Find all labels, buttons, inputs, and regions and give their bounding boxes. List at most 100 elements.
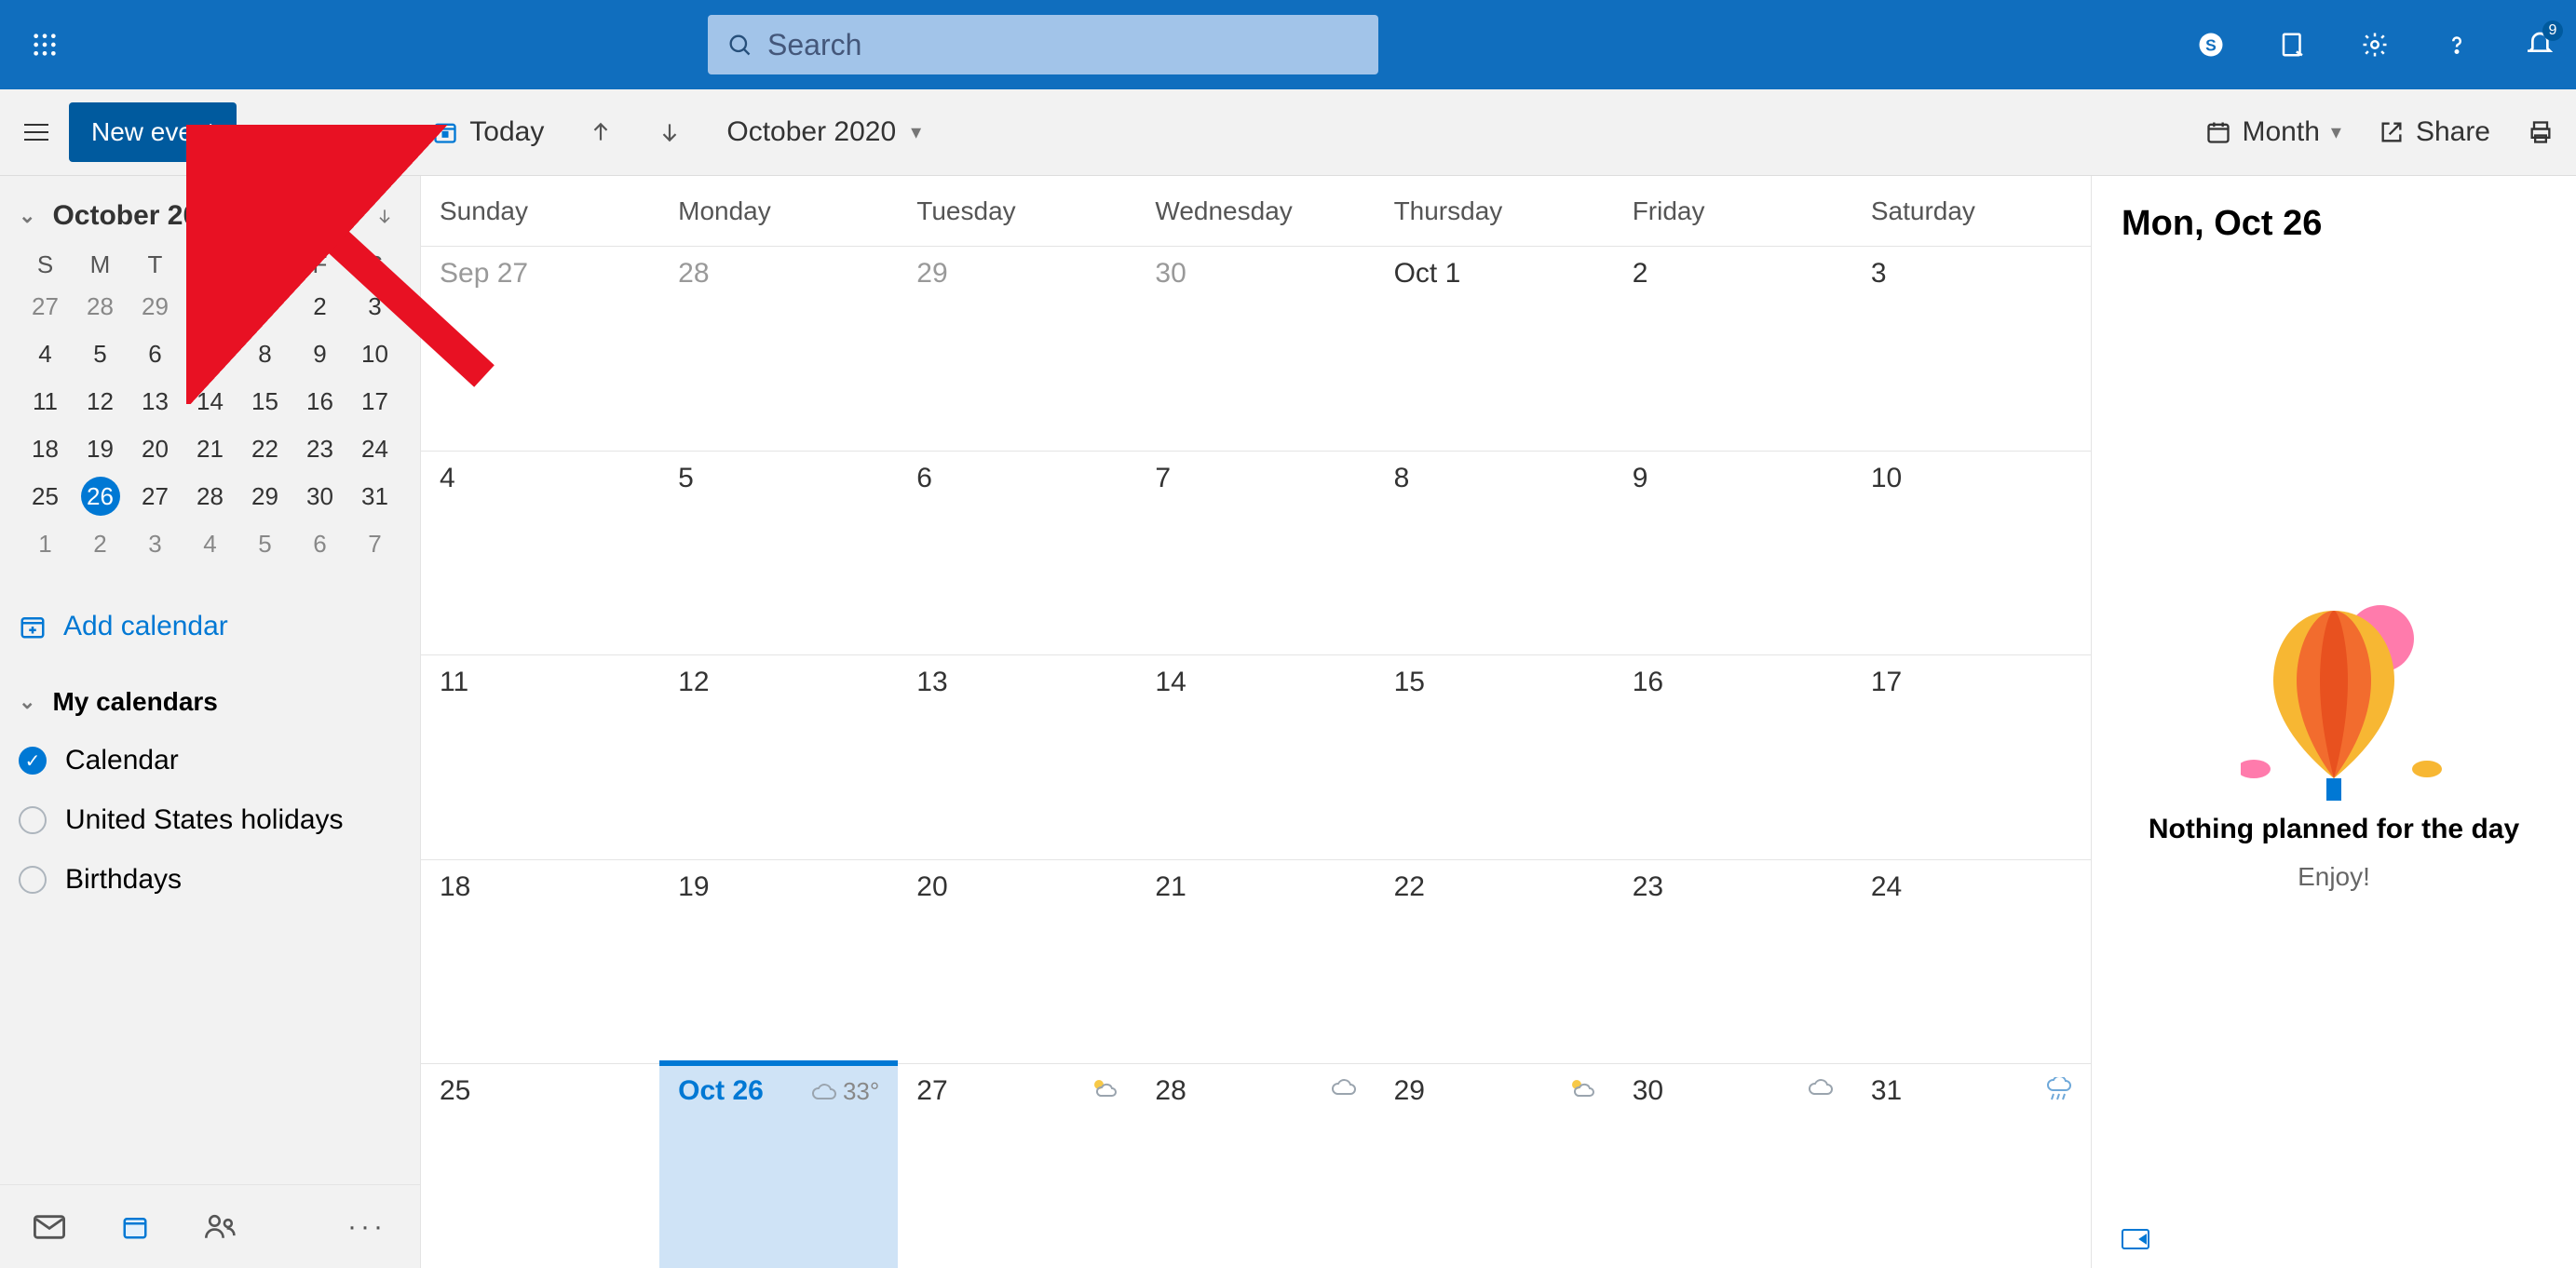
day-cell[interactable]: 22 — [1376, 860, 1614, 1064]
more-icon[interactable]: ··· — [347, 1211, 386, 1243]
calendar-checkbox[interactable] — [19, 866, 47, 894]
day-cell[interactable]: 18 — [421, 860, 659, 1064]
day-cell[interactable]: 10 — [1852, 452, 2091, 655]
mini-day[interactable]: 10 — [348, 334, 401, 374]
day-cell[interactable]: 16 — [1614, 655, 1852, 859]
calendar-module-icon[interactable] — [121, 1213, 149, 1241]
mini-day[interactable]: 15 — [238, 382, 291, 422]
day-cell[interactable]: 24 — [1852, 860, 2091, 1064]
mini-day[interactable]: 21 — [183, 429, 237, 469]
menu-toggle-icon[interactable] — [22, 121, 50, 143]
app-launcher-icon[interactable] — [0, 32, 89, 58]
mini-day[interactable]: 27 — [129, 477, 182, 517]
mini-day[interactable]: 4 — [183, 524, 237, 564]
collapse-panel-icon[interactable] — [2122, 1229, 2149, 1249]
day-cell[interactable]: Oct 2633° — [659, 1064, 898, 1268]
add-calendar-button[interactable]: Add calendar — [19, 611, 401, 642]
chevron-down-icon[interactable]: ⌄ — [19, 204, 35, 228]
calendar-checkbox[interactable] — [19, 806, 47, 834]
people-icon[interactable] — [205, 1213, 237, 1241]
mini-day[interactable]: 27 — [19, 287, 72, 327]
new-event-button[interactable]: New event — [69, 102, 237, 162]
view-selector[interactable]: Month ▾ — [2205, 116, 2341, 148]
mini-day[interactable]: 2 — [293, 287, 346, 327]
day-cell[interactable]: Sep 27 — [421, 247, 659, 451]
day-cell[interactable]: 3 — [1852, 247, 2091, 451]
mini-day[interactable]: 30 — [293, 477, 346, 517]
mini-day[interactable]: 9 — [293, 334, 346, 374]
mini-day[interactable]: 8 — [238, 334, 291, 374]
calendar-item[interactable]: Birthdays — [19, 864, 401, 896]
mini-day[interactable]: 29 — [238, 477, 291, 517]
mini-day[interactable]: 6 — [129, 334, 182, 374]
mini-day[interactable]: 12 — [74, 382, 127, 422]
mini-day[interactable]: 18 — [19, 429, 72, 469]
search-input[interactable] — [767, 28, 1360, 62]
day-cell[interactable]: 2 — [1614, 247, 1852, 451]
mini-day[interactable]: 30 — [183, 287, 237, 327]
mini-day[interactable]: 26 — [81, 477, 120, 516]
mini-day[interactable]: 23 — [293, 429, 346, 469]
day-cell[interactable]: 13 — [898, 655, 1136, 859]
mini-day[interactable]: 2 — [74, 524, 127, 564]
day-cell[interactable]: 28 — [659, 247, 898, 451]
mini-day[interactable]: 14 — [183, 382, 237, 422]
print-button[interactable] — [2528, 119, 2554, 145]
day-cell[interactable]: 6 — [898, 452, 1136, 655]
day-cell[interactable]: 14 — [1136, 655, 1375, 859]
day-cell[interactable]: 21 — [1136, 860, 1375, 1064]
search-box[interactable] — [708, 15, 1378, 74]
calendar-item[interactable]: ✓Calendar — [19, 745, 401, 776]
mini-day[interactable]: 22 — [238, 429, 291, 469]
mini-day[interactable]: 4 — [19, 334, 72, 374]
mail-icon[interactable] — [34, 1215, 65, 1239]
day-cell[interactable]: 25 — [421, 1064, 659, 1268]
day-cell[interactable]: 23 — [1614, 860, 1852, 1064]
next-period-button[interactable] — [658, 120, 682, 144]
day-cell[interactable]: 29 — [1376, 1064, 1614, 1268]
day-cell[interactable]: Oct 1 — [1376, 247, 1614, 451]
mini-day[interactable]: 1 — [238, 287, 291, 327]
day-cell[interactable]: 27 — [898, 1064, 1136, 1268]
mini-day[interactable]: 31 — [348, 477, 401, 517]
day-cell[interactable]: 29 — [898, 247, 1136, 451]
mini-day[interactable]: 1 — [19, 524, 72, 564]
mini-day[interactable]: 20 — [129, 429, 182, 469]
help-icon[interactable] — [2438, 26, 2475, 63]
mini-day[interactable]: 19 — [74, 429, 127, 469]
notifications-icon[interactable]: 9 — [2520, 26, 2557, 63]
mini-day[interactable]: 29 — [129, 287, 182, 327]
mini-day[interactable]: 16 — [293, 382, 346, 422]
day-cell[interactable]: 28 — [1136, 1064, 1375, 1268]
day-cell[interactable]: 17 — [1852, 655, 2091, 859]
day-cell[interactable]: 30 — [1614, 1064, 1852, 1268]
mini-day[interactable]: 28 — [74, 287, 127, 327]
mini-day[interactable]: 5 — [74, 334, 127, 374]
share-button[interactable]: Share — [2379, 116, 2490, 148]
my-calendars-section[interactable]: ⌄ My calendars — [19, 687, 401, 717]
today-button[interactable]: Today — [432, 116, 544, 148]
day-cell[interactable]: 8 — [1376, 452, 1614, 655]
skype-icon[interactable]: S — [2192, 26, 2230, 63]
day-cell[interactable]: 30 — [1136, 247, 1375, 451]
day-cell[interactable]: 5 — [659, 452, 898, 655]
notes-icon[interactable] — [2274, 26, 2312, 63]
day-cell[interactable]: 11 — [421, 655, 659, 859]
mini-day[interactable]: 11 — [19, 382, 72, 422]
mini-day[interactable]: 5 — [238, 524, 291, 564]
day-cell[interactable]: 20 — [898, 860, 1136, 1064]
mini-day[interactable]: 3 — [348, 287, 401, 327]
day-cell[interactable]: 7 — [1136, 452, 1375, 655]
mini-day[interactable]: 3 — [129, 524, 182, 564]
mini-month-nav[interactable] — [375, 207, 394, 225]
calendar-item[interactable]: United States holidays — [19, 804, 401, 836]
prev-period-button[interactable] — [589, 120, 613, 144]
day-cell[interactable]: 4 — [421, 452, 659, 655]
day-cell[interactable]: 19 — [659, 860, 898, 1064]
day-cell[interactable]: 15 — [1376, 655, 1614, 859]
mini-day[interactable]: 17 — [348, 382, 401, 422]
mini-day[interactable]: 6 — [293, 524, 346, 564]
calendar-checkbox[interactable]: ✓ — [19, 747, 47, 775]
mini-day[interactable]: 13 — [129, 382, 182, 422]
month-picker[interactable]: October 2020 ▾ — [726, 116, 921, 148]
